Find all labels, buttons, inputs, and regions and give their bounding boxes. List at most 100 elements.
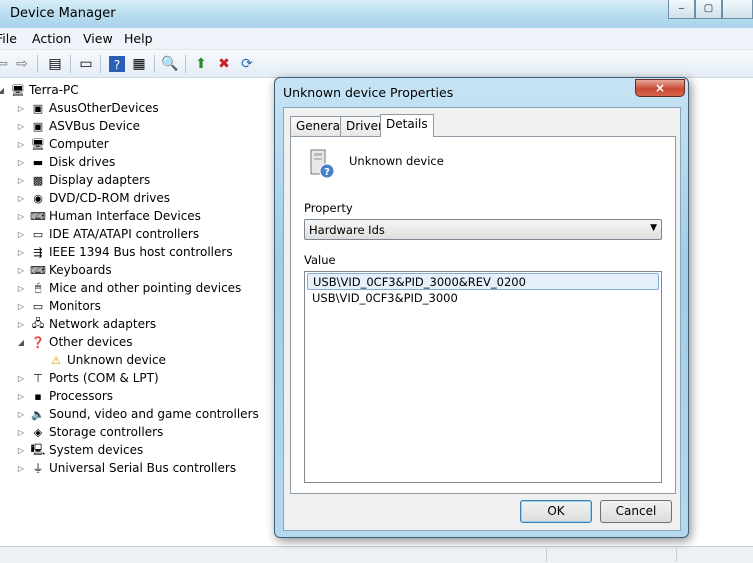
- tree-category-item[interactable]: ▷ 🖳 System devices: [16, 441, 143, 459]
- collapse-arrow-icon[interactable]: ◢: [16, 338, 26, 347]
- mouse-icon: 🖱: [34, 281, 42, 294]
- expand-arrow-icon[interactable]: ▷: [16, 284, 26, 293]
- update-driver-icon[interactable]: ⬆: [191, 54, 211, 74]
- svg-text:?: ?: [114, 58, 120, 72]
- tree-category-item[interactable]: ▷ 🔈 Sound, video and game controllers: [16, 405, 259, 423]
- expand-arrow-icon[interactable]: ▷: [16, 464, 26, 473]
- chevron-down-icon: ▼: [650, 223, 657, 233]
- tree-category-item[interactable]: ▷ ▭ Monitors: [16, 297, 101, 315]
- tree-category-item[interactable]: ▷ ▬ Disk drives: [16, 153, 115, 171]
- tree-child-item[interactable]: ⚠ Unknown device: [34, 351, 166, 369]
- expand-arrow-icon[interactable]: ▷: [16, 248, 26, 257]
- forward-arrow-icon[interactable]: ⇨: [12, 54, 32, 74]
- tree-category-item[interactable]: ▷ ⌨ Human Interface Devices: [16, 207, 201, 225]
- port-icon: ⊤: [33, 371, 43, 385]
- ide-icon: ▭: [32, 227, 44, 241]
- tree-category-item[interactable]: ▷ ▪ Processors: [16, 387, 113, 405]
- system-icon: 🖳: [30, 442, 46, 456]
- expand-arrow-icon[interactable]: ▷: [16, 320, 26, 329]
- tree-category-item[interactable]: ▷ 🖱 Mice and other pointing devices: [16, 279, 241, 297]
- expand-arrow-icon[interactable]: ▷: [16, 410, 26, 419]
- properties-icon[interactable]: ▭: [76, 54, 96, 74]
- tree-category-item[interactable]: ▷ ◈ Storage controllers: [16, 423, 163, 441]
- computer-icon: 🖥: [31, 137, 45, 151]
- menu-action[interactable]: Action: [32, 31, 71, 46]
- close-button[interactable]: [722, 0, 753, 19]
- device-name: Unknown device: [349, 154, 444, 168]
- expand-arrow-icon[interactable]: ▷: [16, 158, 26, 167]
- menu-help[interactable]: Help: [124, 31, 153, 46]
- disk-icon: ▬: [32, 155, 44, 169]
- value-list-item[interactable]: USB\VID_0CF3&PID_3000: [307, 290, 659, 307]
- ok-button[interactable]: OK: [520, 500, 592, 523]
- enable-device-icon[interactable]: ⟳: [237, 54, 257, 74]
- tree-item-label: Universal Serial Bus controllers: [49, 461, 237, 475]
- hid-icon: ⌨: [30, 209, 46, 223]
- property-selected-value: Hardware Ids: [309, 223, 385, 237]
- expand-arrow-icon[interactable]: ▷: [16, 302, 26, 311]
- tree-item-label: Disk drives: [49, 155, 116, 169]
- tree-item-label: IEEE 1394 Bus host controllers: [49, 245, 233, 259]
- tree-category-item[interactable]: ▷ ▩ Display adapters: [16, 171, 150, 189]
- value-list-item[interactable]: USB\VID_0CF3&PID_3000&REV_0200: [307, 273, 659, 290]
- tree-root-label: Terra-PC: [29, 83, 79, 97]
- expand-arrow-icon[interactable]: ▷: [16, 104, 26, 113]
- menu-file[interactable]: File: [0, 31, 17, 46]
- tab-details[interactable]: Details: [380, 114, 434, 137]
- toolbar-separator: [154, 55, 155, 73]
- expand-arrow-icon[interactable]: ▷: [16, 122, 26, 131]
- expand-arrow-icon[interactable]: ▷: [16, 266, 26, 275]
- dialog-close-button[interactable]: ×: [635, 79, 685, 97]
- minimize-button[interactable]: ‒: [668, 0, 695, 19]
- computer-icon: 🖥: [11, 83, 25, 97]
- toolbar-separator: [70, 55, 71, 73]
- tree-category-item[interactable]: ◢ ❓ Other devices: [16, 333, 133, 351]
- view-icon[interactable]: ▦: [129, 54, 149, 74]
- tree-category-item[interactable]: ▷ ⌨ Keyboards: [16, 261, 112, 279]
- tree-category-item[interactable]: ▷ ▣ AsusOtherDevices: [16, 99, 159, 117]
- back-arrow-icon[interactable]: ⇦: [0, 54, 12, 74]
- expand-arrow-icon[interactable]: ▷: [16, 374, 26, 383]
- cancel-button[interactable]: Cancel: [600, 500, 672, 523]
- expand-arrow-icon[interactable]: ▷: [16, 428, 26, 437]
- expand-arrow-icon[interactable]: ▷: [16, 176, 26, 185]
- sound-icon: 🔈: [31, 407, 45, 421]
- network-icon: 🖧: [31, 316, 45, 330]
- tree-item-label: Mice and other pointing devices: [49, 281, 242, 295]
- menu-bar: File Action View Help: [0, 28, 753, 50]
- menu-view[interactable]: View: [83, 31, 113, 46]
- tree-category-item[interactable]: ▷ ⇶ IEEE 1394 Bus host controllers: [16, 243, 233, 261]
- help-icon[interactable]: ?: [107, 54, 127, 74]
- tree-category-item[interactable]: ▷ ▣ ASVBus Device: [16, 117, 140, 135]
- expand-arrow-icon[interactable]: ▷: [16, 392, 26, 401]
- tree-item-label: Storage controllers: [49, 425, 164, 439]
- expand-arrow-icon[interactable]: ▷: [16, 194, 26, 203]
- tree-root[interactable]: ◢ 🖥 Terra-PC: [0, 81, 79, 99]
- tree-category-item[interactable]: ▷ 🖧 Network adapters: [16, 315, 156, 333]
- show-hide-console-tree-icon[interactable]: ▤: [45, 54, 65, 74]
- tree-category-item[interactable]: ▷ 🖥 Computer: [16, 135, 109, 153]
- tree-item-label: Processors: [49, 389, 114, 403]
- tree-category-item[interactable]: ▷ ◉ DVD/CD-ROM drives: [16, 189, 170, 207]
- tree-item-label: Sound, video and game controllers: [49, 407, 259, 421]
- value-list[interactable]: USB\VID_0CF3&PID_3000&REV_0200 USB\VID_0…: [304, 271, 662, 483]
- tree-category-item[interactable]: ▷ ⊤ Ports (COM & LPT): [16, 369, 159, 387]
- monitor-icon: ▭: [32, 299, 44, 313]
- expand-arrow-icon[interactable]: ▷: [16, 230, 26, 239]
- property-dropdown[interactable]: Hardware Ids ▼: [304, 219, 662, 240]
- svg-text:?: ?: [324, 167, 330, 178]
- tree-category-item[interactable]: ▷ ▭ IDE ATA/ATAPI controllers: [16, 225, 199, 243]
- expand-arrow-icon[interactable]: ▷: [16, 446, 26, 455]
- collapse-arrow-icon[interactable]: ◢: [0, 86, 6, 95]
- expand-arrow-icon[interactable]: ▷: [16, 140, 26, 149]
- tree-category-item[interactable]: ▷ ⏚ Universal Serial Bus controllers: [16, 459, 236, 477]
- tree-item-label: AsusOtherDevices: [49, 101, 159, 115]
- keyboard-icon: ⌨: [30, 263, 46, 277]
- uninstall-icon[interactable]: ✖: [214, 54, 234, 74]
- details-panel: ? Unknown device Property Hardware Ids ▼…: [290, 136, 676, 494]
- maximize-button[interactable]: ▢: [695, 0, 722, 19]
- tree-item-label: ASVBus Device: [49, 119, 140, 133]
- tree-item-label: Network adapters: [49, 317, 157, 331]
- scan-hardware-icon[interactable]: 🔍: [160, 54, 180, 74]
- expand-arrow-icon[interactable]: ▷: [16, 212, 26, 221]
